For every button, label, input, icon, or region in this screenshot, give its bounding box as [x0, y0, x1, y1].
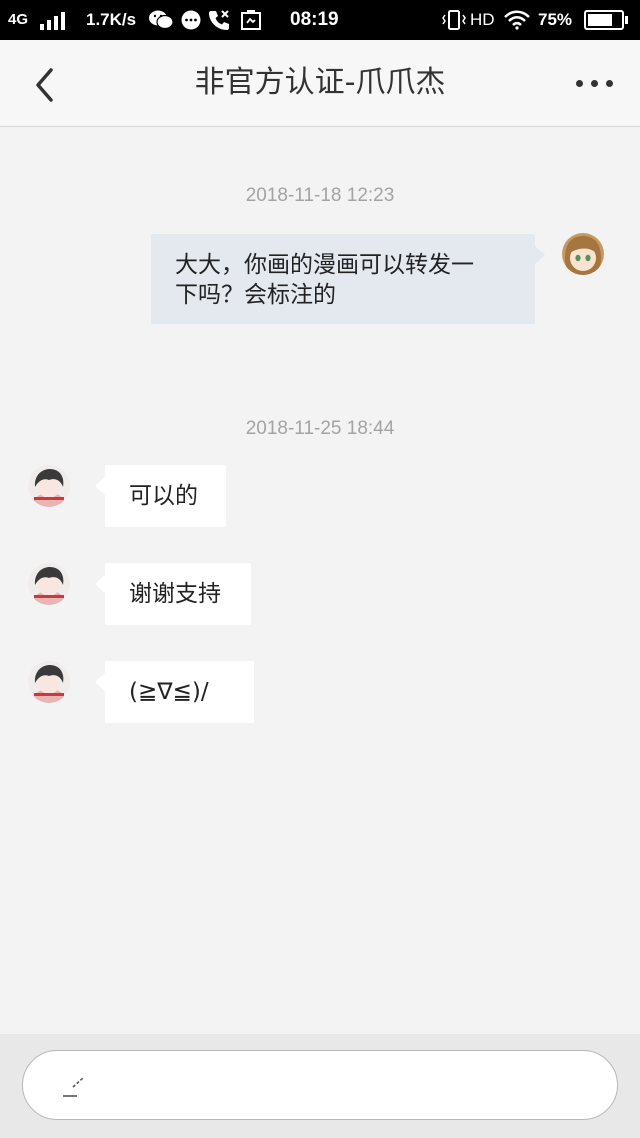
network-speed: 1.7K/s: [86, 10, 137, 29]
contact-avatar[interactable]: [28, 465, 70, 507]
received-message-bubble[interactable]: 谢谢支持: [95, 563, 251, 625]
message-text-line: 下吗？会标注的: [175, 282, 336, 308]
compose-bar: [0, 1034, 640, 1138]
contact-avatar[interactable]: [28, 563, 70, 605]
message-icon: [181, 10, 201, 30]
network-type: 4G: [8, 11, 29, 28]
message-timestamp: 2018-11-25 18:44: [245, 418, 395, 439]
message-text: (≧∇≦)/: [129, 679, 209, 705]
back-button[interactable]: [20, 60, 70, 110]
wechat-icon: [149, 10, 174, 30]
vibrate-icon: [442, 10, 466, 30]
clock: 08:19: [290, 9, 339, 30]
battery-percent: 75%: [538, 10, 573, 29]
message-timestamp: 2018-11-18 12:23: [245, 185, 395, 206]
battery-icon: [584, 10, 628, 30]
received-message-bubble[interactable]: (≧∇≦)/: [95, 661, 254, 723]
phone-icon: [209, 10, 229, 30]
wifi-icon: [504, 10, 530, 30]
signal-icon: [40, 12, 74, 30]
contact-avatar[interactable]: [28, 661, 70, 703]
received-message-bubble[interactable]: 可以的: [95, 465, 226, 527]
pen-icon: [63, 1077, 84, 1097]
my-avatar[interactable]: [562, 233, 604, 275]
page-title: 非官方认证-爪爪杰: [194, 65, 446, 100]
message-text-line: 大大，你画的漫画可以转发一: [175, 252, 474, 278]
hd-indicator: HD: [470, 10, 495, 29]
status-bar: 4G 1.7K/s 08:19 HD 75%: [0, 0, 640, 40]
chat-header: 非官方认证-爪爪杰: [0, 40, 640, 127]
message-input[interactable]: [22, 1050, 618, 1120]
chevron-left-icon: [36, 68, 53, 102]
sent-message-bubble[interactable]: 大大，你画的漫画可以转发一 下吗？会标注的: [151, 234, 545, 324]
screenshot-icon: [241, 10, 261, 30]
message-text: 可以的: [129, 483, 198, 509]
message-text: 谢谢支持: [129, 581, 221, 607]
more-options-button[interactable]: [570, 64, 620, 104]
